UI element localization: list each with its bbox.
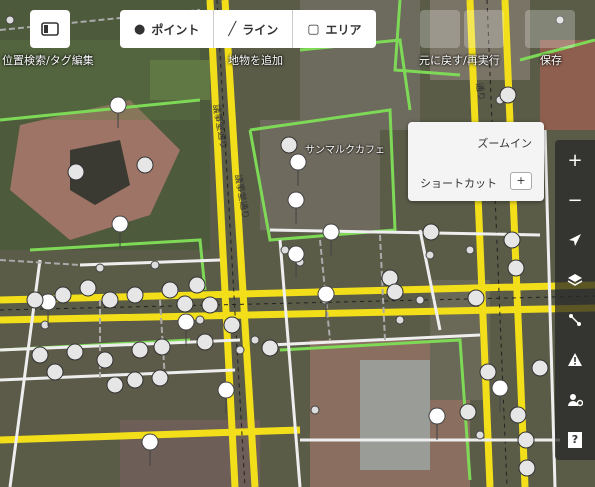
map-imagery bbox=[0, 0, 595, 487]
tooltip-shortcut-label: ショートカット bbox=[420, 177, 497, 190]
warning-icon bbox=[568, 353, 582, 366]
zoom-in-tooltip: ズームイン ショートカット + bbox=[408, 122, 544, 201]
map-controls: + − ? bbox=[555, 140, 595, 460]
add-point-button[interactable]: ● ポイント bbox=[120, 10, 215, 48]
save-label: 保存 bbox=[540, 54, 562, 67]
issues-button[interactable] bbox=[555, 340, 595, 380]
undo-button[interactable] bbox=[420, 10, 460, 48]
help-button[interactable]: ? bbox=[555, 420, 595, 460]
add-feature-label: 地物を追加 bbox=[228, 54, 283, 67]
poi-label-cafe[interactable]: サンマルクカフェ bbox=[305, 141, 385, 156]
map-data-icon bbox=[569, 314, 581, 326]
background-button[interactable] bbox=[555, 260, 595, 300]
add-line-button[interactable]: ╱ ライン bbox=[214, 10, 294, 48]
add-line-label: ライン bbox=[242, 22, 279, 37]
user-gear-icon bbox=[568, 394, 583, 407]
zoom-in-button[interactable]: + bbox=[555, 140, 595, 180]
add-area-button[interactable]: ▢ エリア bbox=[293, 10, 375, 48]
sidebar-toggle-label: 位置検索/タグ編集 bbox=[2, 54, 94, 67]
save-button[interactable] bbox=[525, 10, 575, 48]
undo-redo-label: 元に戻す/再実行 bbox=[419, 54, 500, 67]
zoom-out-button[interactable]: − bbox=[555, 180, 595, 220]
point-icon: ● bbox=[134, 21, 146, 37]
sidebar-icon bbox=[41, 22, 59, 36]
line-icon: ╱ bbox=[228, 21, 237, 37]
geolocate-button[interactable] bbox=[555, 220, 595, 260]
add-feature-group: ● ポイント ╱ ライン ▢ エリア bbox=[120, 10, 376, 48]
tooltip-title: ズームイン bbox=[477, 137, 532, 150]
tooltip-shortcut-key: + bbox=[510, 172, 532, 190]
help-icon: ? bbox=[568, 432, 582, 448]
location-arrow-icon bbox=[569, 234, 581, 246]
add-point-label: ポイント bbox=[151, 22, 200, 37]
preferences-button[interactable] bbox=[555, 380, 595, 420]
top-toolbar: 位置検索/タグ編集 ● ポイント ╱ ライン ▢ エリア 地物を追加 元に戻す/… bbox=[0, 0, 595, 68]
area-icon: ▢ bbox=[307, 21, 320, 37]
redo-button[interactable] bbox=[464, 10, 504, 48]
layers-icon bbox=[567, 274, 583, 286]
add-area-label: エリア bbox=[325, 22, 362, 37]
map-canvas[interactable]: サンマルクカフェ 議事堂通り 議事堂通り 通り bbox=[0, 0, 595, 487]
sidebar-toggle-button[interactable] bbox=[30, 10, 70, 48]
map-data-button[interactable] bbox=[555, 300, 595, 340]
